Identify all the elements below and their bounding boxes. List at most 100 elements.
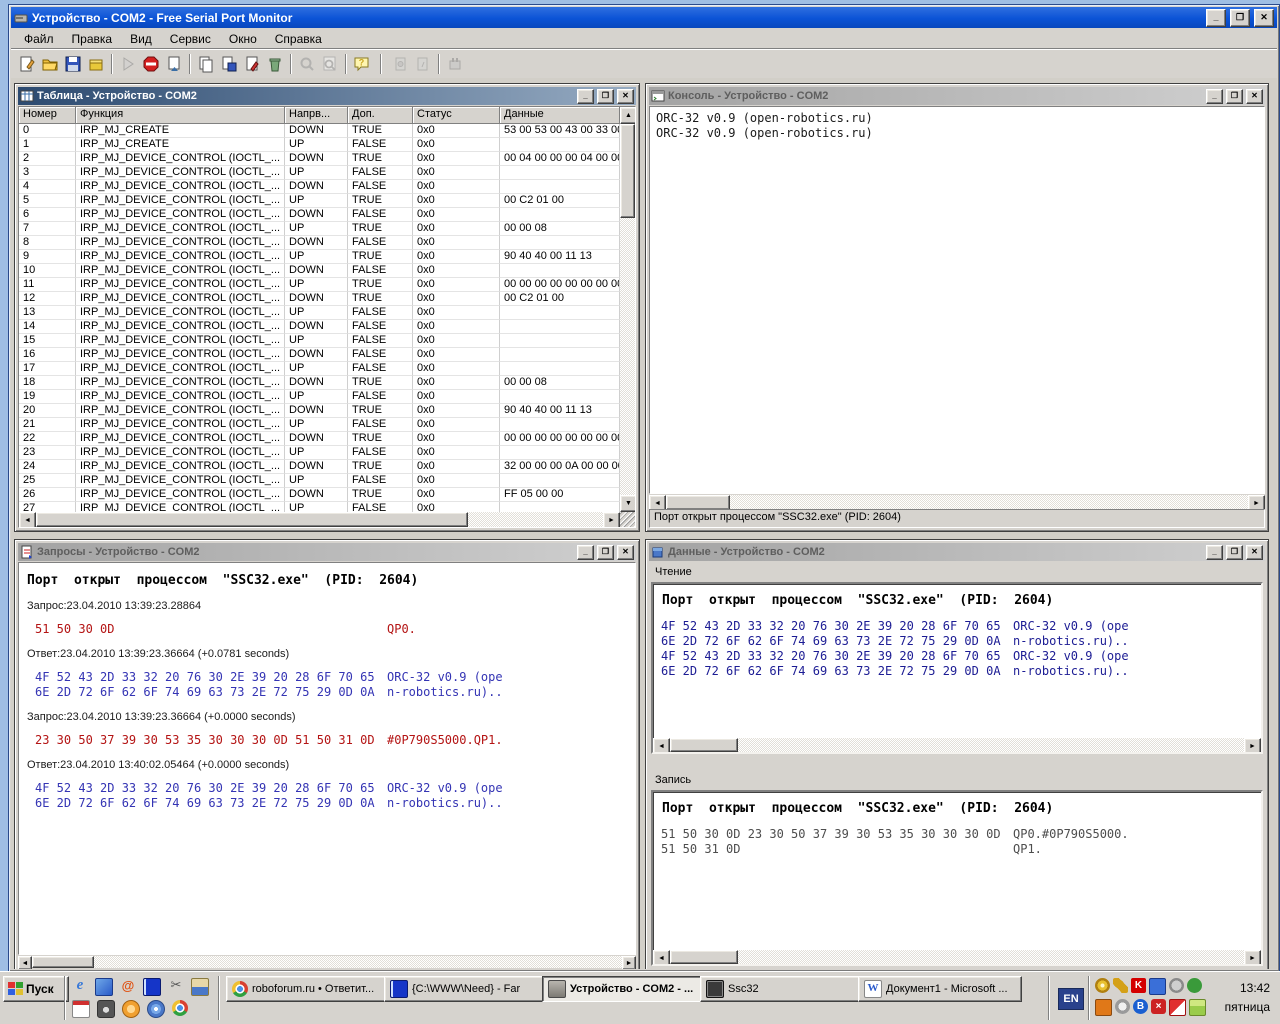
open-folder-icon[interactable] [38,53,61,75]
help-icon[interactable]: ? [350,53,373,75]
column-header-4[interactable]: Статус [413,107,500,124]
table-row[interactable]: 9IRP_MJ_DEVICE_CONTROL (IOCTL_...UPTRUE0… [19,250,620,264]
table-row[interactable]: 17IRP_MJ_DEVICE_CONTROL (IOCTL_...UPFALS… [19,362,620,376]
table-row[interactable]: 6IRP_MJ_DEVICE_CONTROL (IOCTL_...DOWNFAL… [19,208,620,222]
table-window-minimize-button[interactable]: _ [577,89,594,104]
maximize-button[interactable]: ❐ [1230,9,1250,27]
table-row[interactable]: 10IRP_MJ_DEVICE_CONTROL (IOCTL_...DOWNFA… [19,264,620,278]
scroll-down-icon[interactable]: ▼ [620,495,636,512]
scroll-left-icon[interactable]: ◄ [653,950,670,966]
bluetooth-icon[interactable]: B [1133,999,1148,1014]
scroll-left-icon[interactable]: ◄ [19,512,36,528]
close-button[interactable]: ✕ [1254,9,1274,27]
switch-icon[interactable] [1169,999,1186,1016]
requests-window-close-button[interactable]: ✕ [617,545,634,560]
table-row[interactable]: 2IRP_MJ_DEVICE_CONTROL (IOCTL_...DOWNTRU… [19,152,620,166]
menu-window[interactable]: Окно [220,30,266,48]
console-window-minimize-button[interactable]: _ [1206,89,1223,104]
table-horizontal-scrollbar[interactable]: ◄ ► [19,512,620,527]
start-button[interactable]: Пуск [3,976,69,1002]
speaker-icon[interactable] [1095,999,1112,1016]
column-header-3[interactable]: Доп. [348,107,413,124]
chrome-icon[interactable] [172,1000,188,1016]
table-row[interactable]: 20IRP_MJ_DEVICE_CONTROL (IOCTL_...DOWNTR… [19,404,620,418]
table-row[interactable]: 26IRP_MJ_DEVICE_CONTROL (IOCTL_...DOWNTR… [19,488,620,502]
scrollbar-thumb[interactable] [620,124,635,218]
table-row[interactable]: 15IRP_MJ_DEVICE_CONTROL (IOCTL_...UPFALS… [19,334,620,348]
table-row[interactable]: 19IRP_MJ_DEVICE_CONTROL (IOCTL_...UPFALS… [19,390,620,404]
resize-grip[interactable] [620,512,635,527]
taskbar-clock[interactable]: 13:42 пятница [1225,979,1270,1017]
menu-file[interactable]: Файл [15,30,63,48]
minimize-button[interactable]: _ [1206,9,1226,27]
table-row[interactable]: 25IRP_MJ_DEVICE_CONTROL (IOCTL_...UPFALS… [19,474,620,488]
requests-horizontal-scrollbar[interactable]: ◄ ► [18,956,636,968]
recycle-icon[interactable] [1187,978,1202,993]
shield-icon[interactable]: × [1151,999,1166,1014]
key-icon[interactable] [1113,978,1128,993]
data-window-titlebar[interactable]: Данные - Устройство - COM2 _ ❐ ✕ [649,543,1265,561]
ie-icon[interactable]: e [72,978,88,994]
data-window-maximize-button[interactable]: ❐ [1226,545,1243,560]
table-row[interactable]: 4IRP_MJ_DEVICE_CONTROL (IOCTL_...DOWNFAL… [19,180,620,194]
table-window-maximize-button[interactable]: ❐ [597,89,614,104]
language-indicator[interactable]: EN [1058,988,1084,1010]
edit-icon[interactable] [240,53,263,75]
package-icon[interactable] [84,53,107,75]
scrollbar-thumb[interactable] [670,950,738,964]
table-window-close-button[interactable]: ✕ [617,89,634,104]
messenger-icon[interactable] [95,978,113,996]
update-icon[interactable] [1115,999,1130,1014]
table-row[interactable]: 3IRP_MJ_DEVICE_CONTROL (IOCTL_...UPFALSE… [19,166,620,180]
column-header-5[interactable]: Данные [500,107,620,124]
main-titlebar[interactable]: Устройство - COM2 - Free Serial Port Mon… [11,7,1277,28]
volume-muted-icon[interactable] [1169,978,1184,993]
table-row[interactable]: 24IRP_MJ_DEVICE_CONTROL (IOCTL_...DOWNTR… [19,460,620,474]
read-horizontal-scrollbar[interactable]: ◄ ► [653,738,1261,752]
table-row[interactable]: 7IRP_MJ_DEVICE_CONTROL (IOCTL_...UPTRUE0… [19,222,620,236]
card-icon[interactable] [1189,999,1206,1016]
delete-icon[interactable] [263,53,286,75]
cd-icon[interactable] [147,1000,165,1018]
scroll-left-icon[interactable]: ◄ [653,738,670,754]
cut-icon[interactable]: ✂ [168,978,184,994]
app-icon[interactable] [14,11,28,25]
column-header-1[interactable]: Функция [76,107,285,124]
requests-window-minimize-button[interactable]: _ [577,545,594,560]
table-row[interactable]: 27IRP_MJ_DEVICE_CONTROL (IOCTL_...UPFALS… [19,502,620,512]
scroll-right-icon[interactable]: ► [1244,950,1261,966]
stop-monitor-icon[interactable] [139,53,162,75]
copy-icon[interactable] [194,53,217,75]
table-window-titlebar[interactable]: Таблица - Устройство - COM2 _ ❐ ✕ [18,87,636,105]
cd-gold-icon[interactable] [1095,978,1110,993]
table-row[interactable]: 1IRP_MJ_CREATEUPFALSE0x0 [19,138,620,152]
table-row[interactable]: 11IRP_MJ_DEVICE_CONTROL (IOCTL_...UPTRUE… [19,278,620,292]
menu-service[interactable]: Сервис [161,30,220,48]
scrollbar-thumb[interactable] [32,956,94,968]
table-row[interactable]: 21IRP_MJ_DEVICE_CONTROL (IOCTL_...UPFALS… [19,418,620,432]
clear-icon[interactable] [162,53,185,75]
task-button-1[interactable]: roboforum.ru • Ответит... [226,976,390,1002]
find-in-document-icon[interactable] [318,53,341,75]
mail-icon[interactable]: @ [120,978,136,994]
save-data-icon[interactable] [217,53,240,75]
scroll-right-icon[interactable]: ► [622,956,636,969]
console-window-close-button[interactable]: ✕ [1246,89,1263,104]
write-horizontal-scrollbar[interactable]: ◄ ► [653,950,1261,964]
far-icon[interactable] [143,978,161,996]
lock-icon[interactable] [388,53,411,75]
column-header-2[interactable]: Напрв... [285,107,348,124]
table-row[interactable]: 8IRP_MJ_DEVICE_CONTROL (IOCTL_...DOWNFAL… [19,236,620,250]
scrollbar-thumb[interactable] [36,512,468,527]
column-header-0[interactable]: Номер [19,107,76,124]
table-row[interactable]: 13IRP_MJ_DEVICE_CONTROL (IOCTL_...UPFALS… [19,306,620,320]
table-row[interactable]: 16IRP_MJ_DEVICE_CONTROL (IOCTL_...DOWNFA… [19,348,620,362]
table-vertical-scrollbar[interactable]: ▲ ▼ [620,107,635,512]
plugin-icon[interactable] [443,53,466,75]
menu-view[interactable]: Вид [121,30,161,48]
table-row[interactable]: 18IRP_MJ_DEVICE_CONTROL (IOCTL_...DOWNTR… [19,376,620,390]
find-icon[interactable] [295,53,318,75]
unlock-icon[interactable] [411,53,434,75]
scrollbar-thumb[interactable] [666,495,730,510]
outlook-icon[interactable] [122,1000,140,1018]
